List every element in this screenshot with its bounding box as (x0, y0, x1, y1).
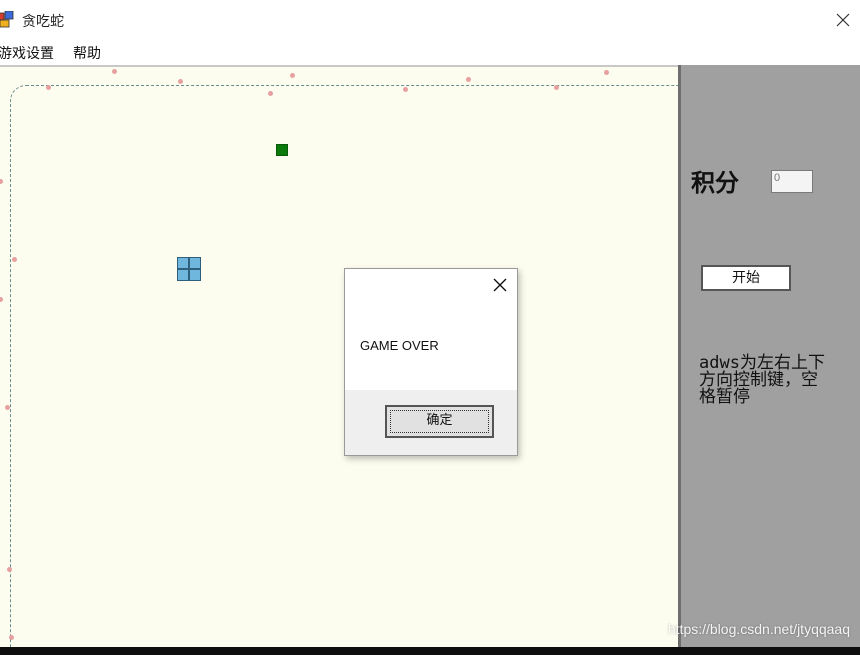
food-pellet (276, 144, 288, 156)
score-label: 积分 (691, 168, 739, 197)
app-icon (0, 11, 14, 28)
focus-rectangle (390, 410, 489, 433)
background-dot (554, 85, 559, 90)
background-dot (0, 179, 3, 184)
background-dot (9, 635, 14, 640)
side-panel: 积分 0 开始 adws为左右上下方向控制键，空格暂停 (678, 65, 860, 647)
menu-help[interactable]: 帮助 (73, 43, 101, 63)
ok-button[interactable]: 确定 (385, 405, 494, 438)
background-dot (268, 91, 273, 96)
background-dot (178, 79, 183, 84)
dialog-footer: 确定 (345, 390, 517, 455)
controls-help-text: adws为左右上下方向控制键，空格暂停 (699, 353, 825, 407)
window-title: 贪吃蛇 (22, 14, 64, 30)
watermark: https://blog.csdn.net/jtyqqaaq (667, 621, 850, 637)
background-dot (466, 77, 471, 82)
dialog-close-button[interactable] (491, 275, 509, 293)
background-dot (403, 87, 408, 92)
score-field[interactable]: 0 (771, 170, 813, 193)
start-button[interactable]: 开始 (701, 265, 791, 291)
background-dot (604, 70, 609, 75)
game-window: 贪吃蛇 游戏设置 帮助 积分 0 开始 adws为左右上下方向控制键，空格暂停 … (0, 0, 860, 647)
background-dot (290, 73, 295, 78)
close-icon (493, 278, 507, 292)
title-bar: 贪吃蛇 (0, 0, 860, 40)
snake-head (177, 257, 201, 281)
menu-bar: 游戏设置 帮助 (0, 40, 860, 64)
window-close-button[interactable] (826, 0, 860, 40)
background-dot (46, 85, 51, 90)
game-board[interactable] (0, 65, 678, 647)
background-dot (12, 257, 17, 262)
background-dot (112, 69, 117, 74)
dialog-message: GAME OVER (360, 338, 439, 353)
game-over-dialog: GAME OVER 确定 (344, 268, 518, 456)
taskbar-strip (0, 647, 860, 655)
close-icon (836, 13, 850, 27)
menu-game-settings[interactable]: 游戏设置 (0, 43, 54, 63)
background-dot (7, 567, 12, 572)
background-dot (5, 405, 10, 410)
background-dot (0, 297, 3, 302)
